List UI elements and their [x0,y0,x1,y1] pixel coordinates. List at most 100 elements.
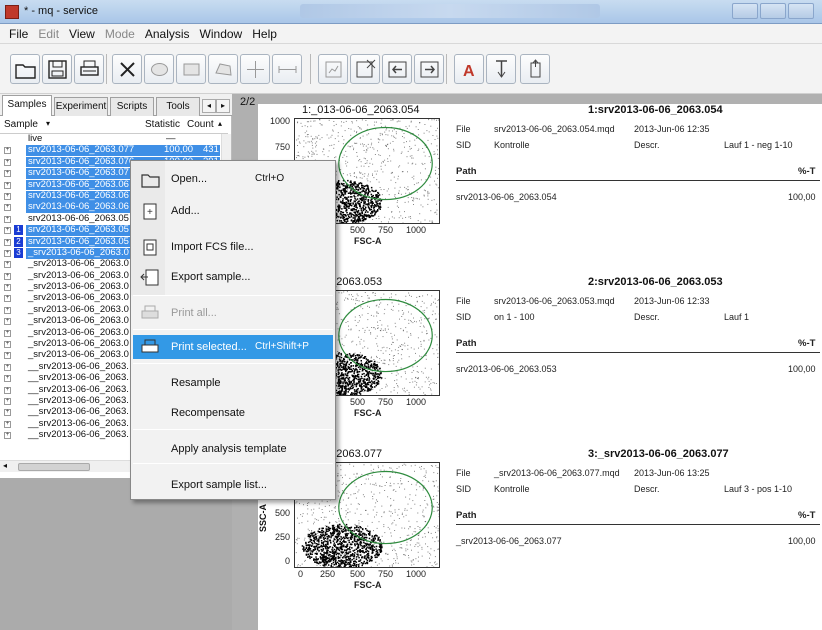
interval-gate-button[interactable] [272,54,302,84]
expand-icon[interactable]: + [4,409,11,417]
context-menu-item-recompensate[interactable]: Recompensate [133,401,333,425]
polygon-gate-button[interactable] [208,54,238,84]
expand-icon[interactable]: + [4,306,11,314]
rectangle-gate-icon [183,63,199,75]
expand-icon[interactable]: + [4,284,11,292]
sample-name: __srv2013-06-06_2063. [28,429,129,441]
export-button[interactable] [520,54,550,84]
expand-icon[interactable]: + [4,295,11,303]
file-label: File [456,124,471,134]
export-sample-icon [139,267,161,287]
ellipse-gate-icon [150,62,168,76]
context-menu-item-add[interactable]: + Add... [133,199,333,223]
expand-icon[interactable]: + [4,352,11,360]
x-tick-label: 500 [350,225,366,235]
save-button[interactable] [42,54,72,84]
context-menu-item-open[interactable]: Open... Ctrl+O [133,167,333,191]
menu-analysis[interactable]: Analysis [140,24,195,43]
scroll-up-icon[interactable]: ▴ [218,119,222,128]
expand-icon[interactable]: + [4,192,11,200]
expand-icon[interactable]: + [4,227,11,235]
menu-bar: File Edit View Mode Analysis Window Help [0,24,822,44]
context-menu-item-export-sample-list[interactable]: Export sample list... [133,473,333,497]
path-header: Path [456,166,477,177]
new-plot-button[interactable] [318,54,348,84]
plot-left-button[interactable] [382,54,412,84]
expand-icon[interactable]: + [4,420,11,428]
col-sample[interactable]: Sample [4,119,38,130]
tab-experiment[interactable]: Experiment [54,97,108,116]
expand-icon[interactable]: + [4,341,11,349]
col-count[interactable]: Count [187,119,214,130]
maximize-button[interactable] [760,3,786,19]
page-indicator: 2/2 [240,96,256,108]
close-button[interactable] [788,3,814,19]
sample-count: 431 [203,144,219,156]
context-menu-item-print-selected[interactable]: Print selected... Ctrl+Shift+P [133,335,333,359]
title-blur [300,4,600,18]
expand-icon[interactable]: + [4,386,11,394]
menu-mode[interactable]: Mode [100,24,140,43]
file-label: File [456,296,471,306]
tab-tools[interactable]: Tools [156,97,200,116]
sid-value: Kontrolle [494,140,530,150]
expand-icon[interactable]: + [4,249,11,257]
expand-icon[interactable]: + [4,204,11,212]
context-menu-item-resample[interactable]: Resample [133,371,333,395]
quadrant-gate-button[interactable] [240,54,270,84]
col-statistic[interactable]: Statistic [145,119,180,130]
print-button[interactable] [74,54,104,84]
scroll-left-icon[interactable]: ◂ [3,461,7,470]
open-folder-button[interactable] [10,54,40,84]
descr-value: Lauf 1 - neg 1-10 [724,140,793,150]
context-menu-item-import-fcs-file[interactable]: Import FCS file... [133,235,333,259]
expand-icon[interactable]: + [4,318,11,326]
expand-icon[interactable]: + [4,170,11,178]
tab-scroll-left-icon[interactable]: ◂ [202,99,216,113]
open-folder-icon [14,63,36,79]
menu-help[interactable]: Help [247,24,282,43]
menu-window[interactable]: Window [195,24,248,43]
expand-icon[interactable]: + [4,158,11,166]
context-menu-item-export-sample[interactable]: Export sample... [133,265,333,289]
rectangle-gate-button[interactable] [176,54,206,84]
expand-icon[interactable]: + [4,215,11,223]
text-label-button[interactable]: A [454,54,484,84]
y-tick-label: 750 [274,142,290,152]
expand-icon[interactable]: + [4,363,11,371]
expand-icon[interactable]: + [4,147,11,155]
expand-icon[interactable]: + [4,261,11,269]
tab-scripts[interactable]: Scripts [110,97,154,116]
table-divider [456,352,820,353]
expand-icon[interactable]: + [4,272,11,280]
expand-icon[interactable]: + [4,397,11,405]
plot-right-button[interactable] [414,54,444,84]
expand-icon[interactable]: + [4,181,11,189]
tab-samples[interactable]: Samples [2,95,52,117]
tab-scroll-right-icon[interactable]: ▸ [216,99,230,113]
import-button[interactable] [486,54,516,84]
menu-view[interactable]: View [64,24,100,43]
menu-edit[interactable]: Edit [33,24,64,43]
expand-icon[interactable]: + [4,238,11,246]
file-value: srv2013-06-06_2063.054.mqd [494,124,615,134]
percent-value: 100,00 [788,192,816,202]
sample-number-badge: 2 [14,236,23,247]
sample-number-badge: 3 [14,247,23,258]
context-menu-separator [133,329,333,330]
context-menu-label: Open... [171,173,208,185]
context-menu-item-print-all[interactable]: Print all... [133,301,333,325]
expand-icon[interactable]: + [4,375,11,383]
x-tick-label: 750 [378,225,394,235]
ellipse-gate-button[interactable] [144,54,174,84]
add-plot-button[interactable] [350,54,380,84]
minimize-button[interactable] [732,3,758,19]
expand-icon[interactable]: + [4,329,11,337]
table-divider [456,180,820,181]
scrollbar-thumb[interactable] [18,463,90,471]
expand-icon[interactable]: + [4,432,11,440]
import-icon [495,59,507,78]
menu-file[interactable]: File [4,24,33,43]
context-menu-item-apply-analysis-template[interactable]: Apply analysis template [133,437,333,461]
delete-button[interactable] [112,54,142,84]
